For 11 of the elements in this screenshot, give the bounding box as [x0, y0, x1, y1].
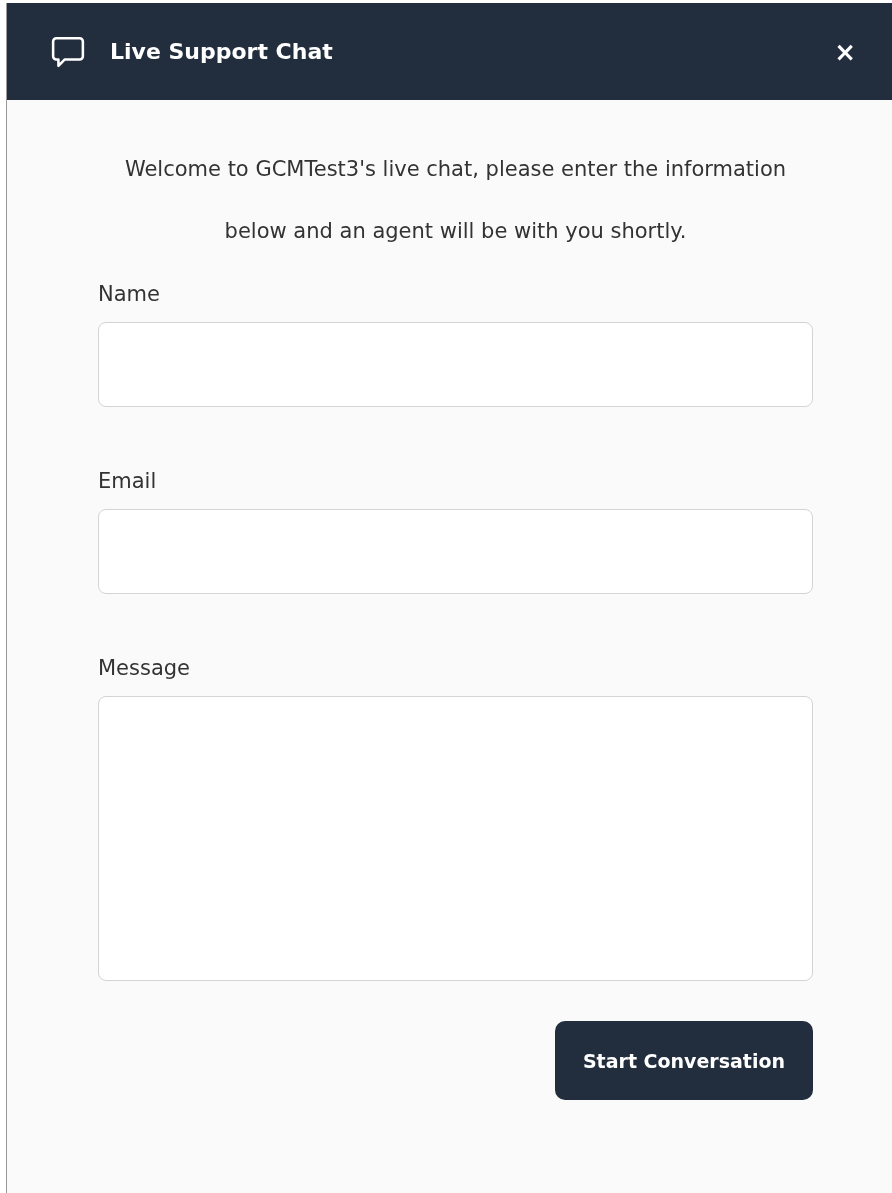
close-button[interactable]: ×: [828, 36, 862, 67]
field-label: Email: [98, 469, 158, 493]
input-field[interactable]: [98, 322, 813, 407]
message-field[interactable]: [98, 696, 813, 981]
welcome-text: Welcome to GCMTest3's live chat, please enter the information below and an agent will be with you shortly.: [123, 156, 788, 245]
chat-title: Live Support Chat: [110, 39, 334, 64]
chat-bubble-icon: [51, 34, 85, 69]
field-label: Name: [98, 282, 161, 306]
field-label: Message: [98, 656, 192, 680]
start-conversation-button[interactable]: Start Conversation: [555, 1021, 813, 1100]
input-field[interactable]: [98, 509, 813, 594]
